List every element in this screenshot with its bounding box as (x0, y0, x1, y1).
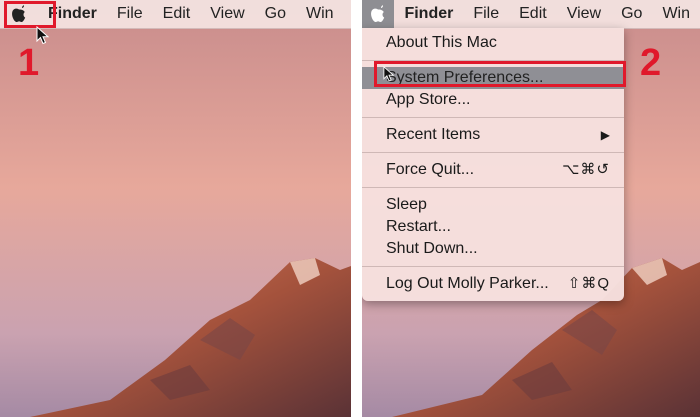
apple-menu-button[interactable] (362, 0, 395, 28)
menu-divider (362, 152, 624, 153)
menu-item-restart[interactable]: Restart... (362, 216, 624, 238)
menu-item-shut-down[interactable]: Shut Down... (362, 238, 624, 260)
menu-go[interactable]: Go (611, 0, 652, 28)
menu-divider (362, 117, 624, 118)
menu-item-label: Restart... (386, 218, 451, 235)
menu-item-about[interactable]: About This Mac (362, 32, 624, 54)
keyboard-shortcut: ⇧⌘Q (567, 275, 610, 292)
step-number-one: 1 (18, 42, 40, 84)
menu-item-label: Log Out Molly Parker... (386, 275, 549, 292)
menu-view[interactable]: View (200, 0, 254, 28)
menu-item-label: Force Quit... (386, 161, 475, 178)
keyboard-shortcut: ⌥⌘↺ (562, 161, 610, 178)
menu-item-app-store[interactable]: App Store... (362, 89, 624, 111)
menu-item-log-out[interactable]: Log Out Molly Parker... ⇧⌘Q (362, 273, 624, 295)
menu-edit[interactable]: Edit (509, 0, 557, 28)
menu-window[interactable]: Win (296, 0, 344, 28)
menu-window[interactable]: Win (652, 0, 700, 28)
menu-item-label: Shut Down... (386, 240, 478, 257)
menu-file[interactable]: File (107, 0, 153, 28)
menu-item-sleep[interactable]: Sleep (362, 194, 624, 216)
step-number-two: 2 (640, 42, 662, 84)
menu-item-recent-items[interactable]: Recent Items ▶ (362, 124, 624, 146)
left-screenshot-panel: Finder File Edit View Go Win 1 (0, 0, 351, 417)
menu-bar: Finder File Edit View Go Win (362, 0, 700, 29)
menu-finder[interactable]: Finder (394, 0, 463, 28)
menu-divider (362, 187, 624, 188)
system-preferences-highlight-box (374, 61, 626, 87)
menu-view[interactable]: View (557, 0, 611, 28)
wallpaper-image (0, 0, 351, 417)
right-screenshot-panel: Finder File Edit View Go Win About This … (362, 0, 700, 417)
menu-item-force-quit[interactable]: Force Quit... ⌥⌘↺ (362, 159, 624, 181)
apple-logo-icon (371, 5, 385, 23)
menu-file[interactable]: File (463, 0, 509, 28)
chevron-right-icon: ▶ (600, 128, 610, 142)
menu-item-label: App Store... (386, 91, 471, 108)
menu-edit[interactable]: Edit (153, 0, 201, 28)
arrow-cursor-icon (36, 26, 50, 45)
menu-item-label: Sleep (386, 196, 427, 213)
menu-go[interactable]: Go (255, 0, 296, 28)
menu-item-label: About This Mac (386, 34, 497, 51)
menu-item-label: Recent Items (386, 126, 481, 143)
arrow-cursor-icon (383, 66, 395, 82)
menu-divider (362, 266, 624, 267)
apple-highlight-box (4, 1, 56, 28)
